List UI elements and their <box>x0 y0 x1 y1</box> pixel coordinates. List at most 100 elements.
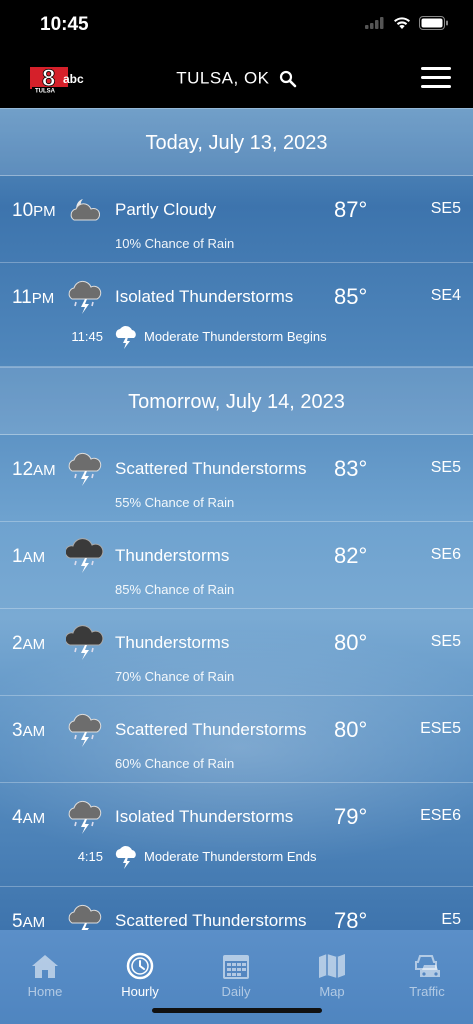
tab-hourly[interactable]: Hourly <box>93 952 187 999</box>
wind: SE5 <box>430 633 461 650</box>
svg-text:TULSA: TULSA <box>35 89 56 95</box>
day-header-today: Today, July 13, 2023 <box>0 108 473 176</box>
rain-chance: 10% Chance of Rain <box>115 236 235 251</box>
rain-chance: 55% Chance of Rain <box>115 495 235 510</box>
status-bar: 10:45 <box>0 0 473 52</box>
hour-ampm: AM <box>22 636 46 653</box>
wind: SE5 <box>430 459 461 476</box>
status-time: 10:45 <box>40 14 89 35</box>
status-icons <box>365 16 449 30</box>
clock-icon <box>126 952 154 980</box>
hour-row[interactable]: 3AM Scattered Thunderstorms 80° ESE5 60%… <box>0 696 473 783</box>
wind: E5 <box>441 911 461 928</box>
hour-ampm: AM <box>33 462 56 479</box>
scattered-thunderstorm-icon <box>68 713 102 747</box>
wind: ESE5 <box>420 720 461 737</box>
hour-ampm: AM <box>22 723 46 740</box>
temperature: 82° <box>334 543 368 568</box>
hour-row[interactable]: 5AM Scattered Thunderstorms 78° E5 <box>0 887 473 930</box>
tab-map[interactable]: Map <box>285 952 379 999</box>
hamburger-menu-icon[interactable] <box>421 67 451 91</box>
battery-icon <box>419 16 448 30</box>
hour-row[interactable]: 10PM Partly Cloudy 87° SE5 10% Chance of… <box>0 176 473 263</box>
alert-text: Moderate Thunderstorm Ends <box>144 849 317 864</box>
hour-row[interactable]: 4AM Isolated Thunderstorms 79° ESE6 4:15… <box>0 783 473 887</box>
location-selector[interactable]: TULSA, OK <box>0 68 473 89</box>
scattered-thunderstorm-icon <box>68 904 102 930</box>
hour-value: 3 <box>12 720 23 741</box>
map-icon <box>319 954 345 978</box>
dark-thunderstorm-icon <box>66 625 104 660</box>
hour-label: 11PM <box>12 287 54 309</box>
hourly-forecast-list[interactable]: Today, July 13, 2023 10PM Partly Cloudy … <box>0 108 473 930</box>
hour-value: 4 <box>12 807 23 828</box>
menu-line <box>421 85 451 88</box>
condition-label: Thunderstorms <box>115 546 230 565</box>
wifi-icon <box>394 17 410 29</box>
temperature: 80° <box>334 630 368 655</box>
thunderstorm-icon <box>68 800 102 834</box>
hour-label: 10PM <box>12 200 56 222</box>
rain-chance: 70% Chance of Rain <box>115 669 235 684</box>
rain-chance: 60% Chance of Rain <box>115 756 235 771</box>
thunderstorm-icon <box>68 280 102 314</box>
hour-label: 5AM <box>12 911 45 930</box>
menu-line <box>421 67 451 70</box>
location-label: TULSA, OK <box>176 68 270 88</box>
tab-daily[interactable]: Daily <box>189 952 283 999</box>
hour-value: 1 <box>12 546 23 567</box>
hour-label: 2AM <box>12 633 45 655</box>
tab-home[interactable]: Home <box>0 952 92 999</box>
wind: SE6 <box>430 546 461 563</box>
hour-value: 11 <box>12 287 32 308</box>
scattered-thunderstorm-icon <box>68 452 102 486</box>
hour-value: 5 <box>12 911 23 930</box>
condition-label: Partly Cloudy <box>115 200 217 219</box>
hour-value: 10 <box>12 200 34 221</box>
search-icon[interactable] <box>279 70 297 88</box>
hour-row[interactable]: 12AM Scattered Thunderstorms 83° SE5 55%… <box>0 435 473 522</box>
alert-time: 4:15 <box>77 849 103 864</box>
tab-label: Home <box>27 984 63 999</box>
tab-label: Map <box>319 984 345 999</box>
temperature: 85° <box>334 284 368 309</box>
condition-label: Thunderstorms <box>115 633 230 652</box>
condition-label: Scattered Thunderstorms <box>115 911 307 930</box>
temperature: 83° <box>334 456 368 481</box>
condition-label: Isolated Thunderstorms <box>115 807 294 826</box>
calendar-icon <box>223 955 249 979</box>
hour-ampm: PM <box>33 203 56 220</box>
hour-label: 12AM <box>12 459 56 481</box>
signal-icon <box>365 17 384 29</box>
hour-row[interactable]: 11PM Isolated Thunderstorms 85° SE4 11:4… <box>0 263 473 367</box>
dark-thunderstorm-icon <box>66 538 104 573</box>
hour-ampm: AM <box>22 549 46 566</box>
hour-label: 3AM <box>12 720 45 742</box>
hour-row[interactable]: 1AM Thunderstorms 82° SE6 85% Chance of … <box>0 522 473 609</box>
hour-ampm: AM <box>22 914 46 930</box>
tab-label: Daily <box>221 984 251 999</box>
hour-row[interactable]: 2AM Thunderstorms 80° SE5 70% Chance of … <box>0 609 473 696</box>
temperature: 79° <box>334 804 368 829</box>
temperature: 78° <box>334 908 368 930</box>
condition-label: Isolated Thunderstorms <box>115 287 294 306</box>
traffic-icon <box>415 955 440 977</box>
storm-alert[interactable]: 4:15 Moderate Thunderstorm Ends <box>0 839 473 869</box>
tab-label: Traffic <box>409 984 445 999</box>
day-label: Today, July 13, 2023 <box>145 132 328 154</box>
tab-traffic[interactable]: Traffic <box>380 952 473 999</box>
hour-label: 4AM <box>12 807 45 829</box>
storm-alert[interactable]: 11:45 Moderate Thunderstorm Begins <box>0 319 473 349</box>
rain-chance: 85% Chance of Rain <box>115 582 235 597</box>
day-label: Tomorrow, July 14, 2023 <box>128 391 345 413</box>
temperature: 87° <box>334 197 368 222</box>
home-icon <box>32 955 58 978</box>
partly-cloudy-night-icon <box>70 199 101 221</box>
wind: ESE6 <box>420 807 461 824</box>
hour-ampm: PM <box>31 290 55 307</box>
condition-label: Scattered Thunderstorms <box>115 459 307 478</box>
thunderstorm-alert-icon <box>115 326 136 349</box>
hour-value: 2 <box>12 633 23 654</box>
hour-ampm: AM <box>22 810 46 827</box>
hour-label: 1AM <box>12 546 45 568</box>
